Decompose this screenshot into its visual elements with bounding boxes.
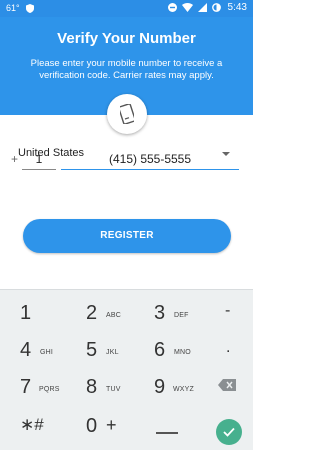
status-bar: 61° 5:43 (0, 0, 253, 17)
key-dash[interactable]: - (225, 296, 245, 332)
dot-symbol: . (226, 339, 231, 356)
key-digit: 0 (86, 415, 98, 437)
key-2[interactable]: 2 ABC (86, 296, 136, 332)
key-5[interactable]: 5 JKL (86, 333, 136, 369)
key-digit: 7 (20, 376, 32, 398)
space-bar-line (156, 432, 178, 434)
key-digit: 4 (20, 339, 32, 361)
battery-icon (211, 3, 221, 12)
space-key[interactable] (156, 409, 180, 445)
key-digit: 3 (154, 302, 166, 324)
temperature-indicator: 61° (6, 3, 20, 13)
key-digit: 6 (154, 339, 166, 361)
shield-icon (25, 3, 34, 13)
page-subtitle: Please enter your mobile number to recei… (30, 58, 223, 81)
key-4[interactable]: 4 GHI (20, 333, 70, 369)
backspace-icon (218, 379, 236, 391)
key-letters: ABC (106, 312, 121, 319)
key-star-hash[interactable]: ∗# (20, 409, 60, 445)
key-letters: DEF (174, 312, 189, 319)
dash-symbol: - (225, 302, 231, 319)
phone-number-input[interactable]: (415) 555-5555 (61, 151, 239, 170)
key-digit: 9 (154, 376, 166, 398)
star-hash-symbol: ∗# (20, 415, 44, 434)
key-letters: GHI (40, 349, 54, 356)
key-digit: 2 (86, 302, 98, 324)
page-title: Verify Your Number (57, 30, 196, 47)
register-button[interactable]: REGISTER (23, 219, 231, 253)
phone-badge (107, 94, 147, 134)
key-0[interactable]: 0 + (86, 409, 136, 445)
wifi-icon (181, 3, 193, 12)
country-code-input[interactable]: 1 (22, 151, 56, 170)
key-dot[interactable]: . (226, 333, 246, 369)
key-digit: 1 (20, 302, 32, 324)
key-letters: MNO (174, 349, 191, 356)
key-letters: + (106, 415, 117, 435)
plus-sign: + (11, 152, 19, 166)
smartphone-icon (120, 104, 134, 124)
key-6[interactable]: 6 MNO (154, 333, 204, 369)
signal-icon (197, 3, 207, 12)
key-letters: TUV (106, 386, 121, 393)
key-letters: JKL (106, 349, 119, 356)
key-digit: 8 (86, 376, 98, 398)
key-9[interactable]: 9 WXYZ (154, 370, 204, 406)
check-icon (223, 427, 235, 437)
key-letters: PQRS (39, 386, 60, 393)
do-not-disturb-icon (167, 3, 177, 12)
key-8[interactable]: 8 TUV (86, 370, 136, 406)
key-digit: 5 (86, 339, 98, 361)
key-7[interactable]: 7 PQRS (20, 370, 70, 406)
key-letters: WXYZ (173, 386, 195, 393)
key-3[interactable]: 3 DEF (154, 296, 204, 332)
confirm-button[interactable] (216, 419, 242, 445)
backspace-key[interactable] (218, 378, 240, 396)
key-1[interactable]: 1 (20, 296, 60, 332)
clock: 5:43 (227, 2, 247, 13)
